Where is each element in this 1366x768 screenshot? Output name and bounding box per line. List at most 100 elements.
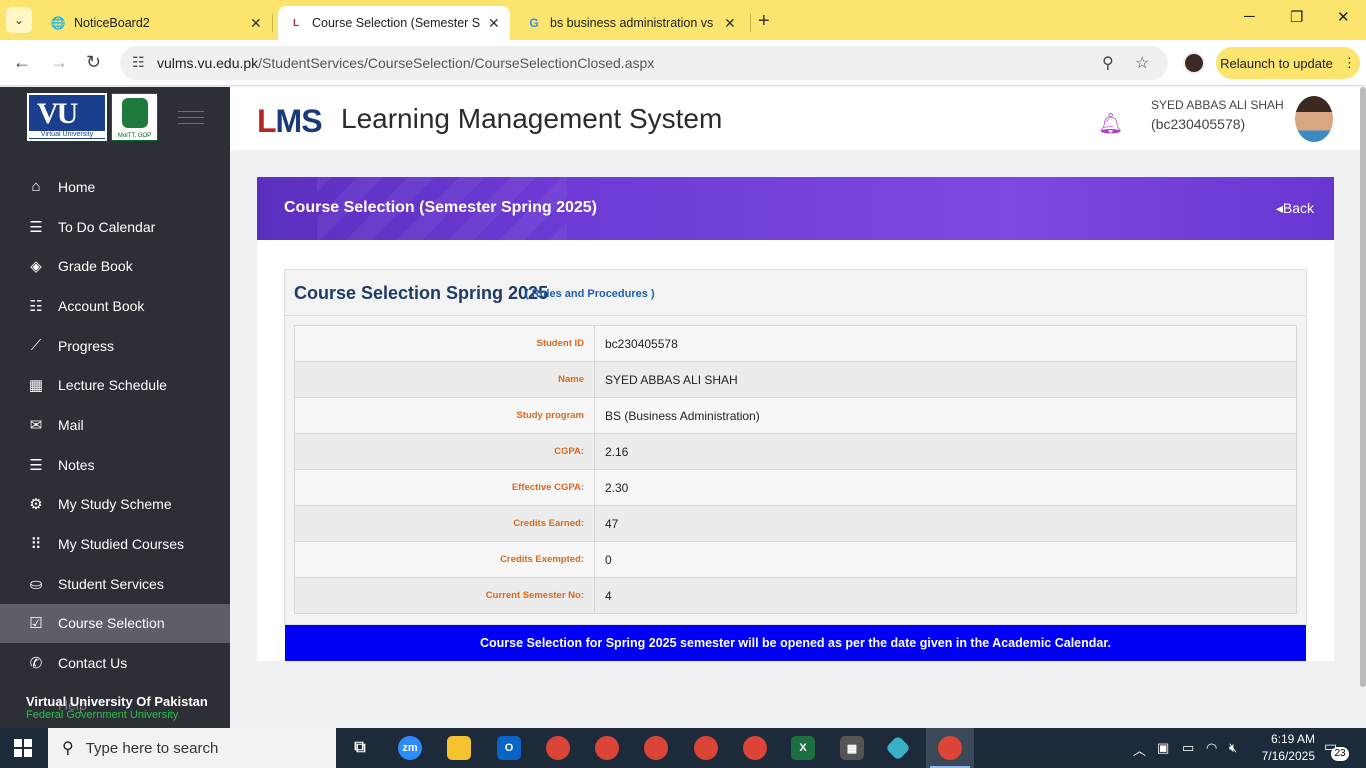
page-title: Learning Management System bbox=[341, 103, 723, 134]
avatar[interactable] bbox=[1295, 96, 1333, 142]
search-icon: ⚲ bbox=[62, 740, 74, 757]
tab-search-button[interactable]: ⌄ bbox=[6, 7, 32, 33]
sidebar-item-label: To Do Calendar bbox=[58, 218, 156, 235]
row-label: Student ID bbox=[294, 325, 595, 362]
profile-avatar[interactable] bbox=[1183, 52, 1205, 74]
logo-subtext: Virtual University bbox=[29, 131, 105, 138]
zoom-icon[interactable]: ⚲ bbox=[1102, 53, 1114, 73]
paren-open: ( bbox=[525, 288, 532, 300]
sidebar-item-studied-courses[interactable]: ⠿ My Studied Courses bbox=[0, 524, 230, 564]
vu-logo[interactable]: VU Virtual University bbox=[27, 93, 107, 141]
sidebar-item-account-book[interactable]: ☷ Account Book bbox=[0, 286, 230, 326]
more-menu-icon[interactable]: ⋮ bbox=[1343, 55, 1356, 71]
notice-bar: Course Selection for Spring 2025 semeste… bbox=[285, 625, 1306, 661]
footer-university-type: Federal Government University bbox=[26, 709, 179, 721]
sidebar-item-student-services[interactable]: ⛀ Student Services bbox=[0, 564, 230, 604]
restore-icon[interactable]: ❐ bbox=[1290, 8, 1303, 26]
battery-icon[interactable]: ▭ bbox=[1182, 740, 1194, 756]
chrome-icon[interactable] bbox=[743, 736, 767, 760]
table-row: Name SYED ABBAS ALI SHAH bbox=[294, 361, 1297, 398]
taskbar-search-input[interactable]: ⚲ Type here to search bbox=[48, 728, 336, 768]
row-label: Current Semester No: bbox=[294, 577, 595, 614]
footer-university-name: Virtual University Of Pakistan bbox=[26, 694, 208, 709]
google-icon: G bbox=[529, 16, 539, 30]
app-icon[interactable] bbox=[885, 735, 911, 761]
zoom-icon[interactable]: zm bbox=[398, 736, 422, 760]
row-value: 0 bbox=[594, 541, 1297, 578]
row-value: bc230405578 bbox=[594, 325, 1297, 362]
chrome-icon[interactable] bbox=[694, 736, 718, 760]
chrome-icon[interactable] bbox=[644, 736, 668, 760]
url-text[interactable]: vulms.vu.edu.pk/StudentServices/CourseSe… bbox=[157, 55, 654, 71]
windows-start-icon[interactable] bbox=[14, 739, 32, 757]
sidebar-item-label: Contact Us bbox=[58, 655, 128, 672]
content-panel: Course Selection Spring 2025 ( Rules and… bbox=[257, 240, 1334, 661]
sidebar-item-home[interactable]: ⌂ Home bbox=[0, 167, 230, 207]
forward-arrow-icon[interactable]: → bbox=[50, 52, 68, 73]
logo-letters: MS bbox=[275, 103, 323, 139]
sidebar-item-course-selection[interactable]: ☑ Course Selection bbox=[0, 603, 230, 644]
phone-icon: ✆ bbox=[29, 655, 43, 673]
sidebar-item-mail[interactable]: ✉ Mail bbox=[0, 405, 230, 445]
clock-time: 6:19 AM bbox=[1270, 732, 1315, 746]
tab-noticeboard[interactable]: 🌐 NoticeBoard2 ✕ bbox=[40, 6, 272, 40]
tab-title: bs business administration vs bba bbox=[550, 16, 716, 30]
rules-link[interactable]: Rules and Procedures bbox=[532, 288, 648, 300]
calendar-icon: ▦ bbox=[28, 377, 44, 395]
sidebar-item-grade-book[interactable]: ◈ Grade Book bbox=[0, 246, 230, 286]
chevron-up-icon[interactable]: ︿ bbox=[1133, 740, 1146, 759]
student-info-table: Student ID bc230405578 Name SYED ABBAS ALI… bbox=[294, 325, 1297, 614]
outlook-icon[interactable]: O bbox=[497, 736, 521, 760]
lms-logo[interactable]: LMS bbox=[257, 103, 323, 140]
sidebar-item-study-scheme[interactable]: ⚙ My Study Scheme bbox=[0, 485, 230, 525]
sidebar-item-notes[interactable]: ☰ Notes bbox=[0, 445, 230, 485]
close-window-icon[interactable]: ✕ bbox=[1337, 8, 1350, 26]
wifi-icon[interactable]: ◠ bbox=[1206, 740, 1217, 756]
tab-course-selection[interactable]: L Course Selection (Semester Spring 2025… bbox=[278, 6, 510, 40]
table-row: Current Semester No: 4 bbox=[294, 577, 1297, 614]
user-name: SYED ABBAS ALI SHAH bbox=[1151, 98, 1284, 112]
sidebar-item-todo-calendar[interactable]: ☰ To Do Calendar bbox=[0, 207, 230, 247]
bell-icon[interactable]: 🔔︎ bbox=[1098, 111, 1123, 136]
browser-tab-bar: ⌄ 🌐 NoticeBoard2 ✕ L Course Selection (S… bbox=[0, 0, 1366, 40]
back-button[interactable]: ◂Back bbox=[1276, 200, 1314, 217]
caret-left-icon: ◂ bbox=[1275, 200, 1283, 216]
grid-icon: ⠿ bbox=[30, 536, 42, 554]
sidebar-item-progress[interactable]: ⟋ Progress bbox=[0, 326, 230, 366]
chrome-icon[interactable] bbox=[938, 736, 962, 760]
sidebar-item-lecture-schedule[interactable]: ▦ Lecture Schedule bbox=[0, 365, 230, 405]
back-arrow-icon[interactable]: ← bbox=[13, 52, 31, 73]
tab-google-search[interactable]: G bs business administration vs bba ✕ bbox=[516, 6, 746, 40]
site-info-icon[interactable]: ☷ bbox=[132, 54, 145, 71]
new-tab-button[interactable]: + bbox=[758, 10, 770, 33]
sidebar-item-contact-us[interactable]: ✆ Contact Us bbox=[0, 643, 230, 683]
hamburger-menu-icon[interactable] bbox=[178, 111, 204, 129]
minimize-icon[interactable]: ─ bbox=[1244, 8, 1255, 25]
taskbar-clock[interactable]: 6:19 AM 7/16/2025 bbox=[1255, 731, 1315, 765]
moitt-logo: MoITT, GOP bbox=[111, 93, 158, 141]
rules-link-wrapper: ( Rules and Procedures ) bbox=[525, 288, 655, 300]
gear-icon: ⚙ bbox=[29, 496, 43, 514]
close-icon[interactable]: ✕ bbox=[488, 15, 500, 32]
meet-icon[interactable]: ▣ bbox=[1157, 740, 1169, 756]
sidebar-item-label: Student Services bbox=[58, 575, 164, 592]
close-icon[interactable]: ✕ bbox=[250, 15, 262, 32]
excel-icon[interactable]: X bbox=[791, 736, 815, 760]
calculator-icon[interactable]: ▦ bbox=[840, 736, 864, 760]
reload-icon[interactable]: ↻ bbox=[86, 52, 101, 73]
chrome-icon[interactable] bbox=[546, 736, 570, 760]
bag-icon: ⛀ bbox=[29, 575, 43, 593]
omnibox[interactable]: ☷ vulms.vu.edu.pk/StudentServices/Course… bbox=[120, 46, 1168, 80]
relaunch-button[interactable]: Relaunch to update ⋮ bbox=[1216, 47, 1360, 79]
volume-muted-icon[interactable]: 🔇︎ bbox=[1229, 740, 1237, 756]
back-label: Back bbox=[1282, 200, 1314, 216]
scrollbar-thumb[interactable] bbox=[1360, 87, 1366, 687]
chrome-icon[interactable] bbox=[595, 736, 619, 760]
close-icon[interactable]: ✕ bbox=[724, 15, 736, 32]
bookmark-star-icon[interactable]: ☆ bbox=[1135, 53, 1149, 73]
tab-separator bbox=[272, 14, 273, 32]
task-view-icon[interactable]: ⧉ bbox=[348, 736, 372, 760]
file-explorer-icon[interactable] bbox=[447, 736, 471, 760]
home-icon: ⌂ bbox=[31, 178, 41, 196]
mail-icon: ✉ bbox=[29, 416, 43, 434]
